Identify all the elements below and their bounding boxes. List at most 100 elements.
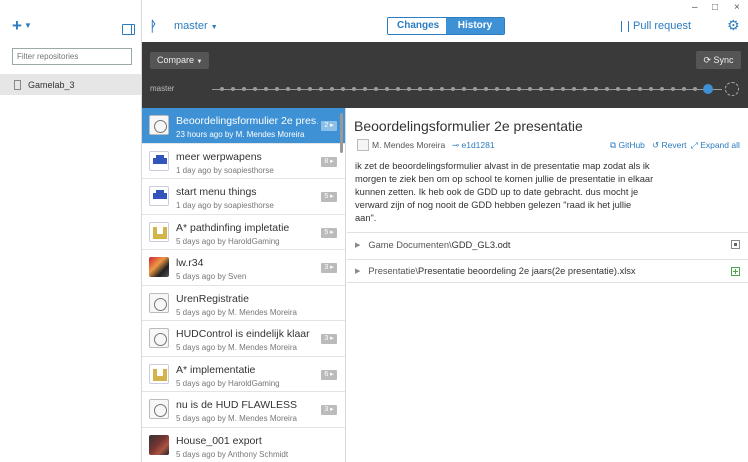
history-item[interactable]: nu is de HUD FLAWLESS 5 days ago by M. Me… [142, 392, 345, 428]
avatar [357, 139, 369, 151]
gear-icon[interactable]: ⚙ [727, 17, 740, 34]
timeline-commit-dot[interactable] [528, 87, 532, 91]
timeline-current-commit[interactable] [703, 84, 713, 94]
timeline-commit-dot[interactable] [517, 87, 521, 91]
timeline-commit-dot[interactable] [550, 87, 554, 91]
timeline-commit-dot[interactable] [649, 87, 653, 91]
timeline-commit-dot[interactable] [616, 87, 620, 91]
timeline-commit-dot[interactable] [396, 87, 400, 91]
sync-button[interactable]: ⟳ Sync [696, 51, 741, 69]
minimize-button[interactable]: – [692, 2, 698, 13]
timeline-commit-dot[interactable] [363, 87, 367, 91]
add-repository-button[interactable]: + ▼ [12, 17, 32, 34]
timeline-commit-dot[interactable] [539, 87, 543, 91]
chevron-right-icon: ▸ [328, 122, 334, 129]
commit-author: M. Mendes Moreira [372, 140, 446, 150]
filter-repositories-input[interactable] [12, 48, 132, 65]
timeline-commit-dot[interactable] [264, 87, 268, 91]
sidebar-toggle-icon[interactable] [122, 24, 135, 35]
changed-files-badge: 3 ▸ [321, 405, 337, 415]
repository-icon [14, 79, 21, 90]
avatar [149, 292, 169, 313]
commit-title: Beoordelingsformulier 2e presentatie [354, 118, 583, 134]
timeline-commit-dot[interactable] [638, 87, 642, 91]
expand-all-button[interactable]: ⤢ Expand all [691, 140, 740, 151]
commit-icon: ⊸ [452, 140, 460, 150]
timeline-commit-dot[interactable] [440, 87, 444, 91]
timeline-commit-dot[interactable] [275, 87, 279, 91]
timeline-commit-dot[interactable] [473, 87, 477, 91]
commit-sha[interactable]: ⊸ e1d1281 [452, 140, 495, 151]
timeline-commit-dot[interactable] [341, 87, 345, 91]
timeline-commit-dot[interactable] [506, 87, 510, 91]
timeline-commit-dot[interactable] [253, 87, 257, 91]
timeline-commit-dot[interactable] [462, 87, 466, 91]
tab-history[interactable]: History [446, 18, 504, 34]
timeline-commit-dot[interactable] [495, 87, 499, 91]
timeline-commit-dot[interactable] [572, 87, 576, 91]
timeline-commit-dot[interactable] [451, 87, 455, 91]
history-item[interactable]: UrenRegistratie 5 days ago by M. Mendes M… [142, 286, 345, 321]
view-switcher: Changes History [387, 17, 505, 35]
history-item[interactable]: lw.r34 5 days ago by Sven 3 ▸ [142, 250, 345, 286]
branch-selector[interactable]: master ▼ [174, 20, 218, 32]
timeline-commit-dot[interactable] [330, 87, 334, 91]
timeline-commit-dot[interactable] [352, 87, 356, 91]
timeline-commit-dot[interactable] [286, 87, 290, 91]
timeline-commit-dot[interactable] [594, 87, 598, 91]
history-item[interactable]: Beoordelingsformulier 2e pres… 23 hours a… [142, 108, 345, 144]
timeline-commit-dot[interactable] [484, 87, 488, 91]
timeline-commit-dot[interactable] [627, 87, 631, 91]
file-row[interactable]: ▶ Presentatie\ Presentatie beoordeling 2e… [347, 259, 748, 283]
timeline-commit-dot[interactable] [374, 87, 378, 91]
revert-button[interactable]: ↺ Revert [652, 140, 687, 151]
timeline-commit-dot[interactable] [660, 87, 664, 91]
commit-summary: HUDControl is eindelijk klaar [176, 328, 310, 340]
timeline-commit-dot[interactable] [429, 87, 433, 91]
github-link[interactable]: ⧉ GitHub [610, 140, 645, 151]
timeline-uncommitted-marker[interactable] [725, 82, 739, 96]
history-item[interactable]: A* implementatie 5 days ago by HaroldGami… [142, 357, 345, 392]
timeline-commit-dot[interactable] [605, 87, 609, 91]
history-item[interactable]: A* pathdinfing impletatie 5 days ago by H… [142, 215, 345, 250]
timeline-commit-dot[interactable] [231, 87, 235, 91]
avatar [149, 363, 169, 384]
commit-summary: meer werpwapens [176, 150, 262, 163]
chevron-right-icon: ▸ [328, 193, 334, 200]
timeline-commit-dot[interactable] [297, 87, 301, 91]
timeline-commit-dot[interactable] [319, 87, 323, 91]
compare-button[interactable]: Compare ▼ [150, 52, 210, 69]
expand-label: Expand all [700, 140, 740, 150]
avatar [149, 399, 169, 419]
timeline-commit-dot[interactable] [385, 87, 389, 91]
maximize-button[interactable]: □ [712, 2, 718, 13]
timeline-commit-dot[interactable] [242, 87, 246, 91]
timeline-commit-dot[interactable] [308, 87, 312, 91]
timeline-commit-dot[interactable] [561, 87, 565, 91]
sha-text: e1d1281 [461, 140, 495, 150]
history-item[interactable]: start menu things 1 day ago by soapiestho… [142, 179, 345, 215]
repo-item[interactable]: Gamelab_3 [0, 74, 141, 95]
close-button[interactable]: × [734, 2, 740, 13]
changed-files-badge: 2 ▸ [321, 121, 337, 131]
history-scrollbar[interactable] [340, 113, 343, 153]
file-row[interactable]: ▶ Game Documenten\ GDD_GL3.odt [347, 232, 748, 256]
history-item[interactable]: HUDControl is eindelijk klaar 5 days ago … [142, 321, 345, 357]
tab-changes[interactable]: Changes [388, 18, 446, 34]
timeline-commit-dot[interactable] [407, 87, 411, 91]
timeline-commit-dot[interactable] [583, 87, 587, 91]
file-added-icon [731, 267, 740, 276]
timeline-commit-dot[interactable] [682, 87, 686, 91]
timeline-commit-dot[interactable] [693, 87, 697, 91]
chevron-right-icon: ▸ [328, 228, 334, 236]
timeline-commit-dot[interactable] [418, 87, 422, 91]
history-item[interactable]: meer werpwapens 1 day ago by soapiesthors… [142, 144, 345, 179]
pull-request-button[interactable]: Pull request [621, 20, 691, 32]
commit-meta: 5 days ago by Sven [176, 272, 247, 281]
timeline-commit-dot[interactable] [671, 87, 675, 91]
changed-files-badge: 5 ▸ [321, 192, 337, 202]
timeline-commit-dot[interactable] [220, 87, 224, 91]
history-item[interactable]: House_001 export 5 days ago by Anthony Sc… [142, 428, 345, 462]
file-modified-icon [731, 240, 740, 249]
caret-down-icon: ▼ [23, 21, 32, 30]
